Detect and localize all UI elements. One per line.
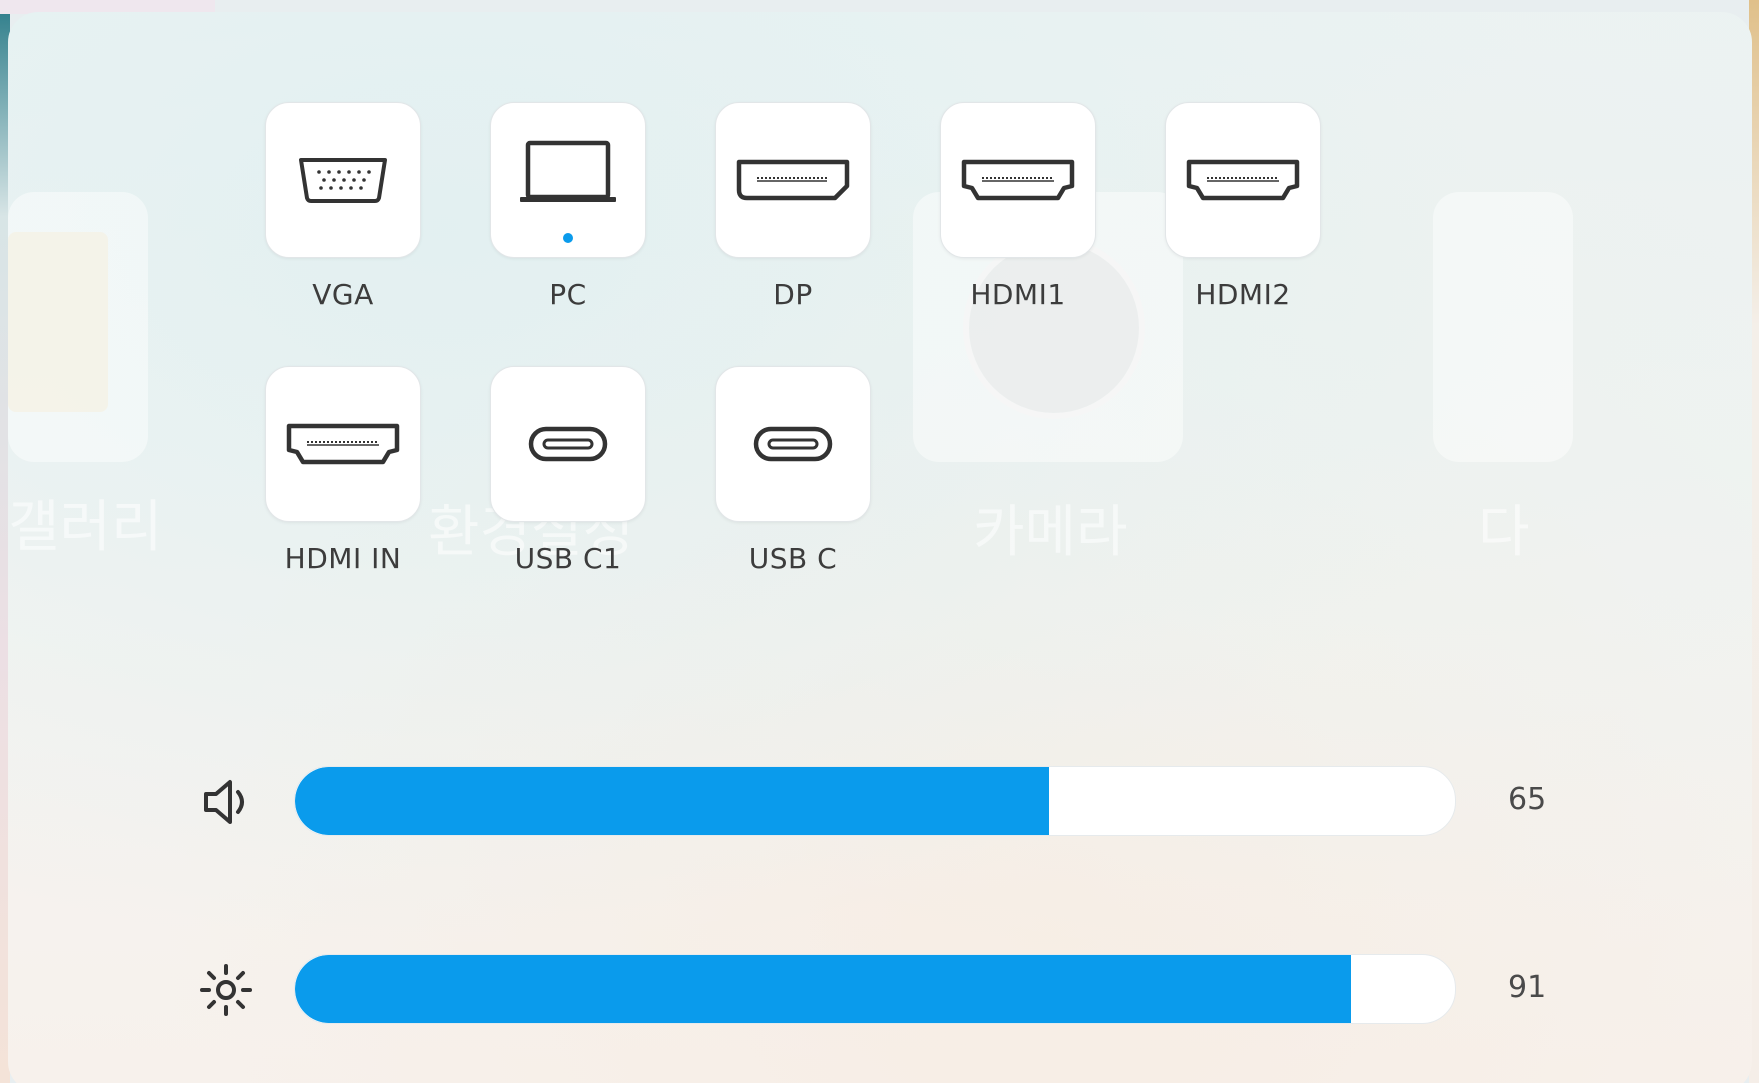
source-label: PC (549, 278, 587, 311)
usb-c-port-icon (528, 426, 608, 462)
background-app-tile (1433, 192, 1573, 462)
source-dp-button[interactable] (715, 102, 871, 258)
hdmi-port-icon (961, 159, 1075, 201)
vga-port-icon (299, 158, 387, 203)
speaker-icon (204, 780, 244, 824)
source-usb-c-button[interactable] (715, 366, 871, 522)
usb-c-port-icon (753, 426, 833, 462)
background-folder-shape (8, 232, 108, 412)
hdmi-port-icon (1186, 159, 1300, 201)
brightness-slider-fill (295, 955, 1351, 1023)
source-usb-c[interactable]: USB C (715, 366, 871, 575)
brightness-control: 91 (198, 954, 1578, 1024)
brightness-value: 91 (1508, 970, 1547, 1005)
source-label: HDMI IN (284, 542, 402, 575)
source-vga-button[interactable] (265, 102, 421, 258)
volume-slider[interactable] (294, 766, 1456, 836)
source-label: HDMI2 (1195, 278, 1291, 311)
source-vga[interactable]: VGA (265, 102, 421, 311)
source-pc[interactable]: PC (490, 102, 646, 311)
source-hdmi2-button[interactable] (1165, 102, 1321, 258)
source-hdmi2[interactable]: HDMI2 (1165, 102, 1321, 311)
source-dp[interactable]: DP (715, 102, 871, 311)
brightness-sun-icon (200, 964, 252, 1016)
source-label: DP (773, 278, 813, 311)
active-indicator-dot (563, 233, 573, 243)
input-source-panel: 갤러리 환경설정 카메라 다 VGA PC DP HDMI1 HDMI2 HDM… (8, 12, 1752, 1083)
hdmi-port-icon (286, 423, 400, 465)
source-label: HDMI1 (970, 278, 1066, 311)
brightness-slider[interactable] (294, 954, 1456, 1024)
source-usb-c1[interactable]: USB C1 (490, 366, 646, 575)
source-hdmi-in[interactable]: HDMI IN (265, 366, 421, 575)
volume-control: 65 (198, 766, 1578, 836)
background-label-other: 다 (1478, 500, 1530, 565)
source-usb-c1-button[interactable] (490, 366, 646, 522)
laptop-icon (520, 140, 616, 202)
source-hdmi-in-button[interactable] (265, 366, 421, 522)
source-label: USB C (748, 542, 838, 575)
source-hdmi1-button[interactable] (940, 102, 1096, 258)
source-label: VGA (312, 278, 374, 311)
source-label: USB C1 (514, 542, 622, 575)
displayport-icon (736, 159, 850, 201)
volume-slider-fill (295, 767, 1049, 835)
background-label-gallery: 갤러리 (8, 495, 163, 560)
source-pc-button[interactable] (490, 102, 646, 258)
background-label-camera: 카메라 (973, 500, 1128, 565)
volume-value: 65 (1508, 782, 1547, 817)
source-hdmi1[interactable]: HDMI1 (940, 102, 1096, 311)
